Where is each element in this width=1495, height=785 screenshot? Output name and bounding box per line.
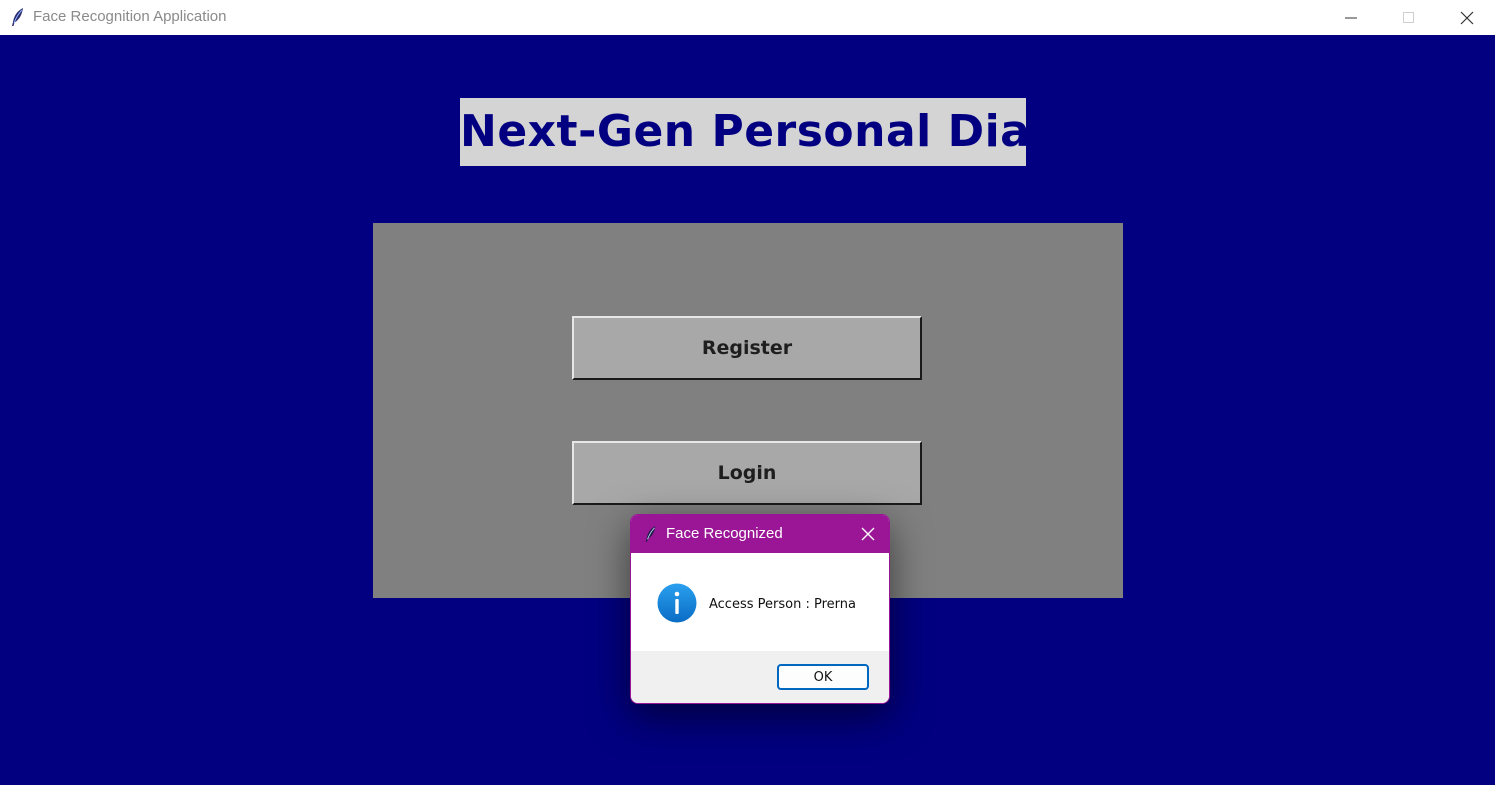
close-icon [861,527,875,541]
minimize-icon [1345,17,1357,18]
app-window: Face Recognition Application Next-Gen Pe… [0,0,1495,785]
feather-icon [644,524,658,544]
dialog-footer: OK [631,651,889,703]
window-title: Face Recognition Application [33,8,227,25]
page-title: Next-Gen Personal Diary [460,98,1081,166]
feather-icon [10,7,26,27]
dialog-titlebar[interactable]: Face Recognized [631,515,889,553]
face-recognized-dialog: Face Recognized Access Person: Prerna O… [630,514,890,704]
dialog-close-button[interactable] [853,519,883,549]
close-icon [1460,11,1474,24]
dialog-title: Face Recognized [666,525,783,542]
maximize-icon [1403,11,1414,23]
ok-button[interactable]: OK [777,664,869,690]
maximize-button[interactable] [1380,0,1438,35]
close-button[interactable] [1438,0,1495,35]
info-icon [657,583,697,623]
dialog-body: Access Person : Prerna [631,553,889,651]
register-button[interactable]: Register [572,316,922,380]
login-button[interactable]: Login [572,441,922,505]
window-titlebar[interactable]: Face Recognition Application [0,0,1495,35]
dialog-message: Access Person : Prerna [709,597,856,612]
minimize-button[interactable] [1322,0,1380,35]
